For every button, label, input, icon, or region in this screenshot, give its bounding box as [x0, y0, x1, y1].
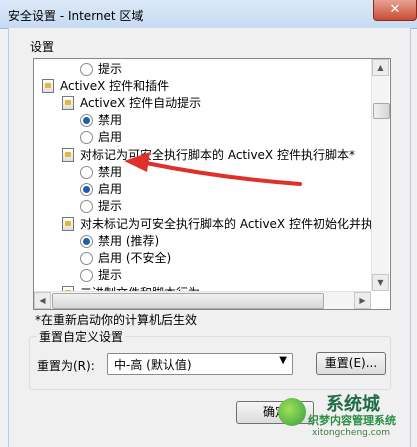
watermark-url: xitongcheng.com — [312, 428, 390, 438]
watermark-subtitle: 织梦内容管理系统 — [308, 414, 396, 427]
watermark: 系统城 织梦内容管理系统 xitongcheng.com — [270, 388, 417, 447]
watermark-logo-icon — [278, 398, 306, 426]
annotation-arrow-icon — [124, 152, 302, 186]
